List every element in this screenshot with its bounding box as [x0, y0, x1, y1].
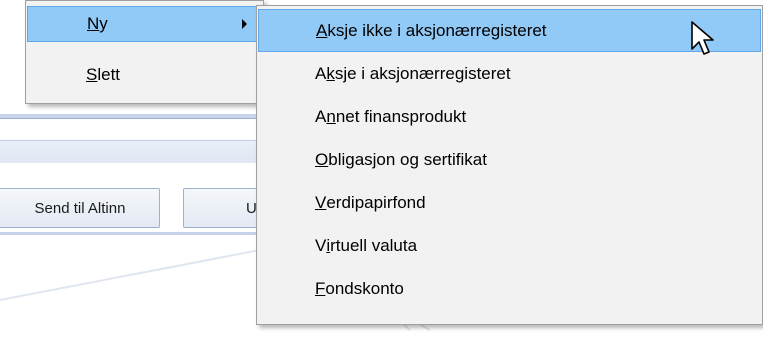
mouse-pointer-icon	[691, 21, 714, 55]
submenu-arrow-icon	[242, 19, 247, 29]
menu-item-slett[interactable]: Slett	[27, 57, 262, 93]
submenu-item-text-pre: V	[315, 235, 327, 255]
menu-item-ny-label: y	[99, 14, 108, 33]
submenu-item-fondskonto[interactable]: Fondskonto	[258, 267, 761, 310]
submenu-item-accel: F	[315, 278, 326, 298]
submenu-item-virtuell-valuta[interactable]: Vi rtuell valuta	[258, 224, 761, 267]
submenu-item-aksje-ikke-registeret[interactable]: Aksje ikke i aksjonærregisteret	[258, 9, 761, 52]
submenu-item-verdipapirfond[interactable]: Verdipapirfond	[258, 181, 761, 224]
submenu-item-accel: A	[316, 20, 328, 40]
send-to-altinn-button[interactable]: Send til Altinn	[0, 188, 160, 228]
submenu-item-text-post: rtuell valuta	[330, 235, 418, 255]
submenu-item-text-post: ksje ikke i aksjonærregisteret	[327, 20, 547, 40]
submenu-item-accel: n	[326, 106, 336, 126]
submenu-item-accel: O	[315, 149, 329, 169]
submenu-item-annet-finansprodukt[interactable]: An net finansprodukt	[258, 95, 761, 138]
submenu-item-text-post: ondskonto	[325, 278, 404, 298]
submenu-item-accel: k	[326, 63, 335, 83]
submenu-ny: Aksje ikke i aksjonærregisteret Ak sje i …	[256, 5, 763, 325]
submenu-item-obligasjon[interactable]: Obligasjon og sertifikat	[258, 138, 761, 181]
submenu-item-text-post: net finansprodukt	[335, 106, 467, 126]
submenu-item-text-post: sje i aksjonærregisteret	[334, 63, 511, 83]
submenu-item-text-pre: A	[315, 106, 327, 126]
menu-item-ny-accel: N	[87, 14, 100, 33]
submenu-item-text-post: bligasjon og sertifikat	[328, 149, 487, 169]
menu-item-ny[interactable]: Ny	[27, 6, 262, 42]
submenu-item-aksje-registeret[interactable]: Ak sje i aksjonærregisteret	[258, 52, 761, 95]
submenu-item-accel: V	[315, 192, 327, 212]
menu-item-slett-accel: S	[86, 65, 98, 84]
context-menu: Ny Slett	[25, 0, 264, 104]
send-to-altinn-label: Send til Altinn	[34, 199, 126, 217]
submenu-item-text-pre: A	[315, 63, 327, 83]
submenu-item-text-post: erdipapirfond	[326, 192, 426, 212]
menu-item-slett-label: lett	[97, 65, 121, 84]
